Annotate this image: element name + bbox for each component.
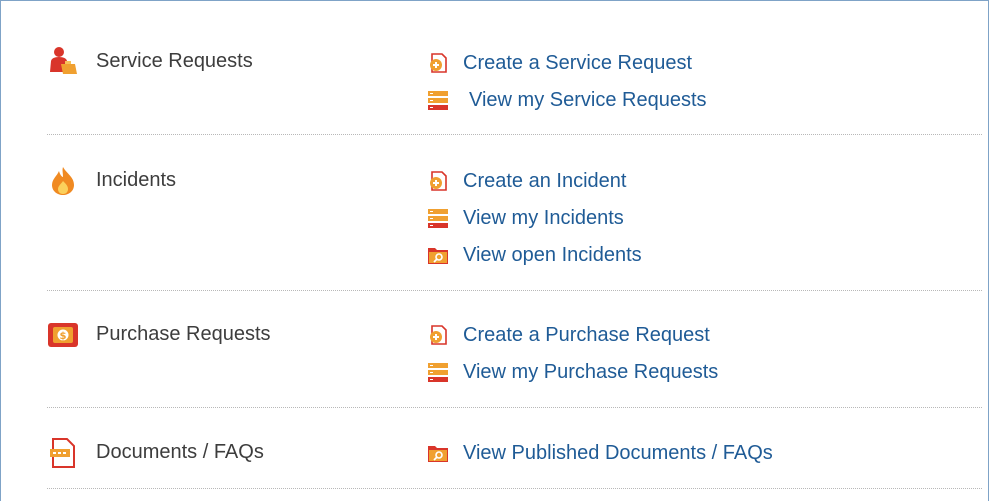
section-incidents: Incidents Create an Incident View my Inc… — [47, 134, 982, 291]
section-title-incidents: Incidents — [96, 169, 177, 191]
view-open-incidents-link[interactable]: View open Incidents — [427, 242, 642, 268]
link-label: View Published Documents / FAQs — [463, 441, 773, 464]
view-my-purchase-requests-link[interactable]: View my Purchase Requests — [427, 359, 718, 385]
create-service-request-link[interactable]: Create a Service Request — [427, 50, 692, 76]
folder-search-icon — [427, 442, 449, 464]
link-label: View open Incidents — [463, 243, 642, 266]
section-service-requests: Service Requests Create a Service Reques… — [47, 1, 982, 135]
list-stack-icon — [427, 89, 449, 111]
folder-search-icon — [427, 244, 449, 266]
svg-text:$: $ — [60, 331, 67, 342]
purchase-icon: $ — [47, 319, 79, 351]
link-label: View my Incidents — [463, 206, 624, 229]
list-stack-icon — [427, 361, 449, 383]
service-portal-panel: Service Requests Create a Service Reques… — [0, 0, 989, 501]
create-document-icon — [427, 170, 449, 192]
link-label: Create an Incident — [463, 169, 627, 192]
link-label: Create a Purchase Request — [463, 323, 710, 346]
flame-icon — [47, 165, 79, 197]
view-published-documents-link[interactable]: View Published Documents / FAQs — [427, 440, 773, 466]
link-label: Create a Service Request — [463, 51, 693, 74]
document-icon — [47, 437, 79, 469]
section-title-service-requests: Service Requests — [96, 50, 253, 72]
create-purchase-request-link[interactable]: Create a Purchase Request — [427, 322, 710, 348]
section-purchase-requests: $ Purchase Requests Create a Purchase Re… — [47, 290, 982, 408]
section-title-purchase-requests: Purchase Requests — [96, 323, 271, 345]
link-label: View my Service Requests — [469, 88, 707, 111]
view-my-incidents-link[interactable]: View my Incidents — [427, 205, 624, 231]
section-documents-faqs: Documents / FAQs View Published Document… — [47, 407, 982, 489]
create-document-icon — [427, 52, 449, 74]
link-label: View my Purchase Requests — [463, 360, 719, 383]
section-title-documents-faqs: Documents / FAQs — [96, 441, 264, 463]
create-document-icon — [427, 324, 449, 346]
create-incident-link[interactable]: Create an Incident — [427, 168, 626, 194]
view-my-service-requests-link[interactable]: View my Service Requests — [427, 87, 707, 113]
list-stack-icon — [427, 207, 449, 229]
person-request-icon — [47, 45, 79, 77]
